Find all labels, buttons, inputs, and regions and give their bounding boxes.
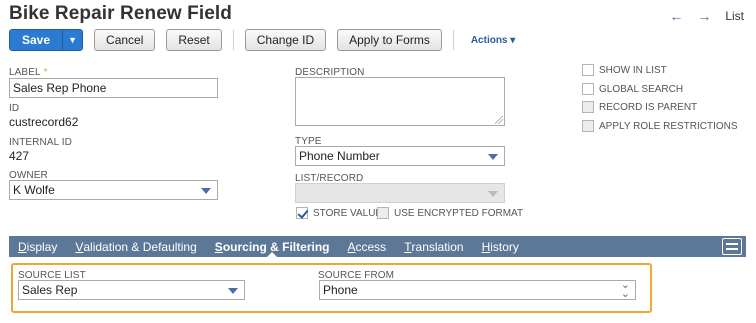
store-value-checkbox[interactable] [296, 207, 308, 219]
internal-id-value: 427 [9, 149, 30, 163]
resize-handle-icon[interactable] [495, 116, 503, 124]
record-nav: ← → List [669, 8, 744, 24]
source-list-select[interactable]: Sales Rep [18, 280, 245, 300]
list-link[interactable]: List [725, 9, 744, 23]
list-record-select [295, 183, 505, 203]
source-list-value: Sales Rep [22, 283, 78, 297]
id-caption: ID [9, 103, 20, 114]
actions-label: Actions [470, 34, 508, 46]
source-from-select[interactable]: Phone ⌄ ⌄ [319, 280, 636, 300]
tab-access[interactable]: Access [338, 236, 395, 257]
apply-role-restrictions-checkbox [582, 120, 594, 132]
chevron-down-icon [488, 191, 498, 197]
type-value: Phone Number [299, 149, 380, 163]
cancel-button[interactable]: Cancel [94, 29, 156, 51]
chevron-down-icon [488, 154, 498, 160]
arrow-right-icon[interactable]: → [697, 8, 711, 24]
page-title: Bike Repair Renew Field [9, 3, 232, 24]
internal-id-caption: INTERNAL ID [9, 137, 72, 148]
record-is-parent-checkbox-row: RECORD IS PARENT [582, 101, 697, 113]
owner-select[interactable]: K Wolfe [9, 180, 218, 200]
tab-translation[interactable]: Translation [395, 236, 472, 257]
description-textarea[interactable] [295, 77, 505, 126]
use-encrypted-format-checkbox-row: USE ENCRYPTED FORMAT [377, 207, 523, 219]
save-button[interactable]: Save [10, 30, 63, 50]
apply-role-restrictions-label: APPLY ROLE RESTRICTIONS [599, 120, 738, 132]
sourcing-panel: SOURCE LIST Sales Rep SOURCE FROM Phone … [11, 263, 652, 313]
label-caption-text: LABEL [9, 67, 41, 78]
owner-value: K Wolfe [13, 183, 55, 197]
actions-menu[interactable]: Actions ▾ [471, 35, 515, 46]
chevron-down-icon [201, 188, 211, 194]
global-search-label: GLOBAL SEARCH [599, 83, 684, 95]
use-encrypted-format-checkbox [377, 207, 389, 219]
subtab-bar: Display Validation & Defaulting Sourcing… [9, 236, 746, 257]
save-button-group: Save ▼ [9, 29, 84, 51]
global-search-checkbox-row[interactable]: GLOBAL SEARCH [582, 83, 683, 95]
required-mark: * [43, 67, 48, 78]
tab-validation-defaulting[interactable]: Validation & Defaulting [66, 236, 205, 257]
label-field-caption: LABEL * [9, 67, 48, 78]
show-in-list-checkbox-row[interactable]: SHOW IN LIST [582, 64, 667, 76]
record-is-parent-label: RECORD IS PARENT [599, 101, 698, 113]
toolbar-divider [452, 30, 454, 50]
tab-sourcing-filtering[interactable]: Sourcing & Filtering [206, 236, 339, 257]
toolbar: Save ▼ Cancel Reset Change ID Apply to F… [9, 29, 515, 51]
show-in-list-checkbox[interactable] [582, 64, 594, 76]
double-chevron-down-icon: ⌄ ⌄ [620, 279, 630, 300]
store-value-label: STORE VALUE [313, 207, 383, 219]
use-encrypted-format-label: USE ENCRYPTED FORMAT [394, 207, 524, 219]
global-search-checkbox[interactable] [582, 83, 594, 95]
change-id-button[interactable]: Change ID [244, 29, 327, 51]
apply-to-forms-button[interactable]: Apply to Forms [337, 29, 442, 51]
type-select[interactable]: Phone Number [295, 146, 505, 166]
chevron-down-icon [228, 288, 238, 294]
tab-history[interactable]: History [473, 236, 528, 257]
reset-button[interactable]: Reset [166, 29, 222, 51]
id-value: custrecord62 [9, 115, 79, 129]
label-input[interactable]: Sales Rep Phone [9, 78, 218, 98]
toolbar-divider [232, 30, 234, 50]
record-is-parent-checkbox [582, 101, 594, 113]
tab-display[interactable]: Display [9, 236, 66, 257]
source-from-value: Phone [323, 283, 358, 297]
store-value-checkbox-row[interactable]: STORE VALUE [296, 207, 382, 219]
save-menu-chevron-down-icon[interactable]: ▼ [62, 30, 83, 50]
collapse-tabs-icon[interactable] [722, 238, 742, 255]
show-in-list-label: SHOW IN LIST [599, 64, 667, 76]
arrow-left-icon[interactable]: ← [669, 8, 683, 24]
apply-role-restrictions-checkbox-row: APPLY ROLE RESTRICTIONS [582, 120, 738, 132]
